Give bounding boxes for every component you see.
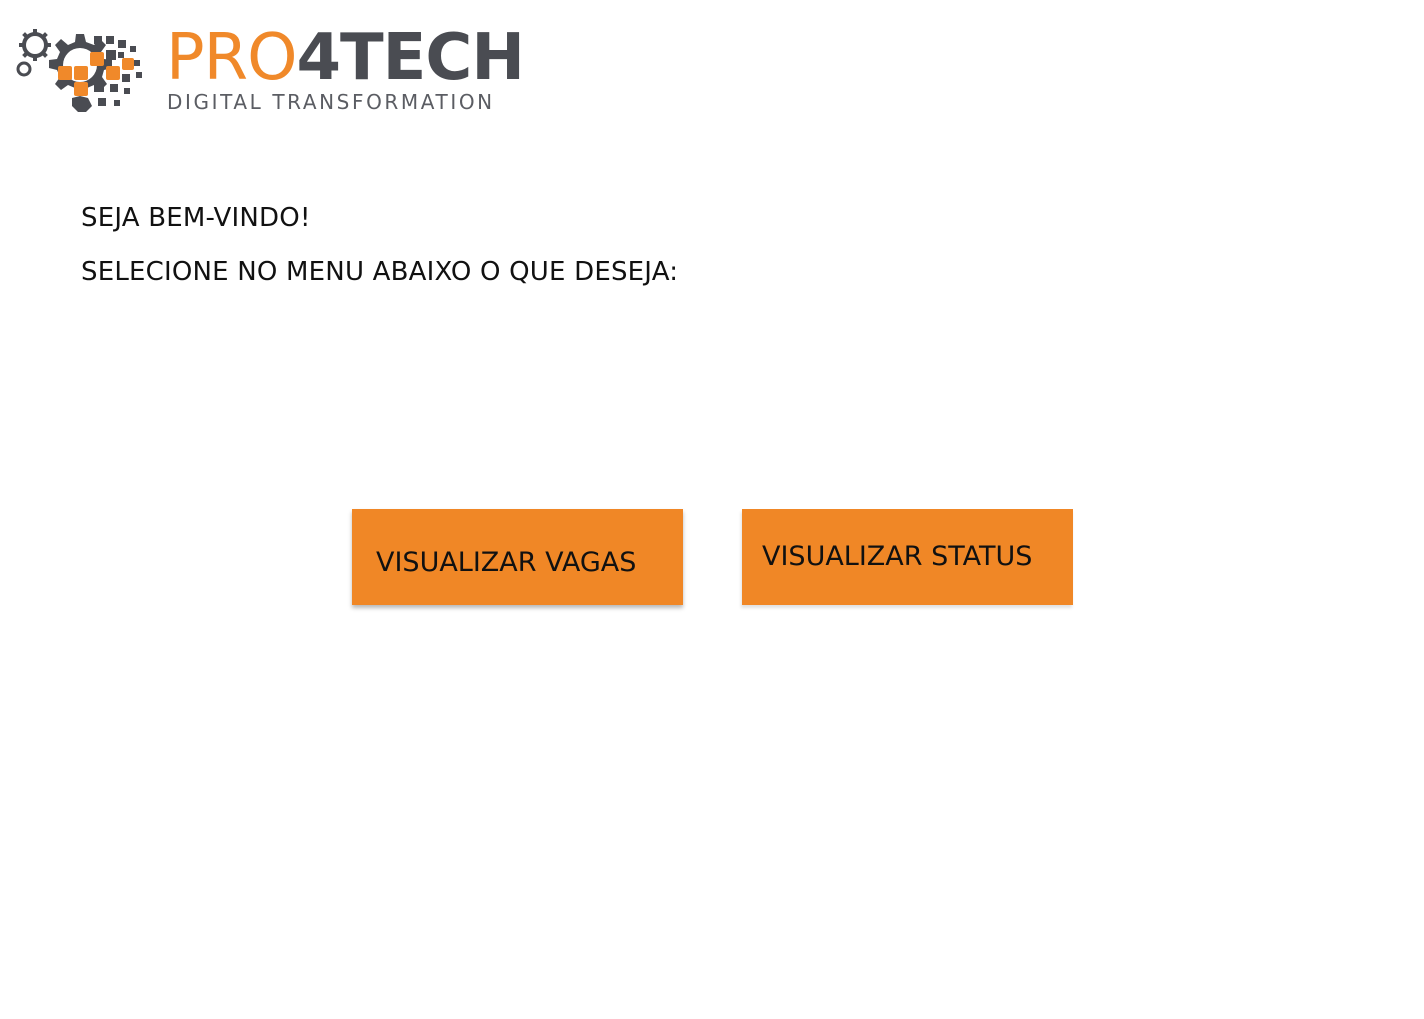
- instruction-text: SELECIONE NO MENU ABAIXO O QUE DESEJA:: [81, 257, 679, 287]
- brand-logo: PRO4TECH DIGITAL TRANSFORMATION: [14, 26, 534, 118]
- brand-tagline: DIGITAL TRANSFORMATION: [167, 90, 495, 114]
- brand-name-part2: 4TECH: [296, 21, 524, 95]
- view-jobs-button[interactable]: VISUALIZAR VAGAS: [352, 509, 683, 605]
- brand-name: PRO4TECH: [166, 26, 525, 90]
- gear-pixels-logo-icon: [16, 29, 142, 112]
- view-status-button[interactable]: VISUALIZAR STATUS: [742, 509, 1073, 605]
- welcome-heading: SEJA BEM-VINDO!: [81, 203, 311, 233]
- brand-name-part1: PRO: [166, 21, 297, 95]
